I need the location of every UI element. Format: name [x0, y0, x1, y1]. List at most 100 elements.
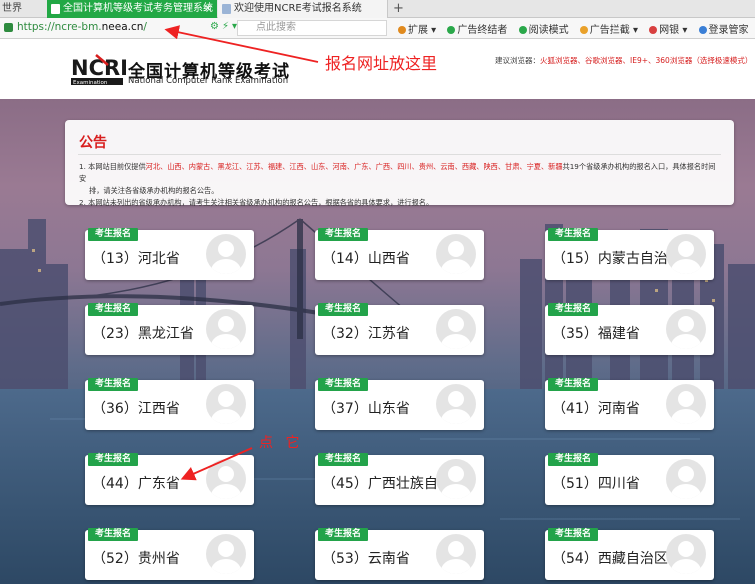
province-card-jiangsu[interactable]: 考生报名 （32）江苏省 [315, 303, 484, 355]
tab-ncre-signup[interactable]: 欢迎使用NCRE考试报名系统 [218, 0, 388, 18]
province-card-jiangxi[interactable]: 考生报名 （36）江西省 [85, 378, 254, 430]
province-name: （15）内蒙古自治区 [552, 251, 682, 267]
province-name: （36）江西省 [92, 401, 180, 417]
signup-tag: 考生报名 [88, 378, 139, 391]
signup-tag: 考生报名 [88, 303, 139, 316]
logo-sub-mark: Examination [73, 80, 108, 86]
address-bar: https://ncre-bm.neea.cn/ ⚙⚡▾ 点此搜索 扩展 ▾ 广… [0, 18, 755, 39]
tab-world[interactable]: 世界 [0, 0, 46, 18]
signup-tag: 考生报名 [548, 378, 599, 391]
avatar-icon [666, 309, 706, 349]
signup-tag: 考生报名 [548, 303, 599, 316]
notice-body: 1. 本网站目前仅提供河北、山西、内蒙古、黑龙江、江苏、福建、江西、山东、河南、… [79, 161, 719, 209]
avatar-icon [206, 234, 246, 274]
annotation-url-hint: 报名网址放这里 [325, 54, 438, 73]
province-card-yunnan[interactable]: 考生报名 （53）云南省 [315, 528, 484, 580]
province-card-fujian[interactable]: 考生报名 （35）福建省 [545, 303, 714, 355]
avatar-icon [436, 459, 476, 499]
avatar-icon [206, 384, 246, 424]
avatar-icon [436, 534, 476, 574]
signup-tag: 考生报名 [318, 453, 369, 466]
reader-mode-button[interactable]: 阅读模式 [518, 25, 569, 36]
province-name: （51）四川省 [552, 476, 640, 492]
province-card-henan[interactable]: 考生报名 （41）河南省 [545, 378, 714, 430]
avatar-icon [436, 309, 476, 349]
province-card-sichuan[interactable]: 考生报名 （51）四川省 [545, 453, 714, 505]
notice-line-1: 1. 本网站目前仅提供河北、山西、内蒙古、黑龙江、江苏、福建、江西、山东、河南、… [79, 162, 716, 183]
tab-bar: 世界 全国计算机等级考试考务管理系统 × 欢迎使用NCRE考试报名系统 + [0, 0, 755, 18]
avatar-icon [666, 459, 706, 499]
province-card-guangdong[interactable]: 考生报名 （44）广东省 [85, 453, 254, 505]
site-subtitle: National Computer Rank Examination [128, 76, 289, 86]
bank-button[interactable]: 网银 ▾ [649, 25, 687, 36]
lock-icon [4, 23, 13, 32]
province-name: （23）黑龙江省 [92, 326, 194, 342]
notice-title: 公告 [79, 135, 107, 151]
province-name: （13）河北省 [92, 251, 180, 267]
page-icon [51, 4, 60, 14]
avatar-icon [206, 459, 246, 499]
new-tab-button[interactable]: + [393, 0, 404, 18]
signup-tag: 考生报名 [318, 228, 369, 241]
signup-tag: 考生报名 [88, 228, 139, 241]
notice-panel: 公告 1. 本网站目前仅提供河北、山西、内蒙古、黑龙江、江苏、福建、江西、山东、… [65, 120, 734, 207]
signup-tag: 考生报名 [548, 453, 599, 466]
province-card-shanxi[interactable]: 考生报名 （14）山西省 [315, 228, 484, 280]
reader-icon [518, 26, 527, 34]
tab-label: 全国计算机等级考试考务管理系统 [63, 3, 213, 14]
avatar-icon [436, 234, 476, 274]
avatar-icon [206, 534, 246, 574]
toolbar: 扩展 ▾ 广告终结者 阅读模式 广告拦截 ▾ 网银 ▾ 登录管家 翻译 [398, 21, 755, 36]
province-name: （32）江苏省 [322, 326, 410, 342]
avatar-icon [436, 384, 476, 424]
signup-tag: 考生报名 [318, 528, 369, 541]
shield-icon [447, 26, 456, 34]
province-card-shandong[interactable]: 考生报名 （37）山东省 [315, 378, 484, 430]
province-card-xizang[interactable]: 考生报名 （54）西藏自治区 [545, 528, 714, 580]
login-manager-button[interactable]: 登录管家 [698, 25, 749, 36]
province-card-guizhou[interactable]: 考生报名 （52）贵州省 [85, 528, 254, 580]
url-suffix: / [143, 21, 147, 33]
security-icons[interactable]: ⚙⚡▾ [210, 21, 240, 32]
ad-block-button[interactable]: 广告拦截 ▾ [579, 25, 638, 36]
avatar-icon [666, 384, 706, 424]
tab-label: 世界 [2, 3, 22, 14]
url-field[interactable]: https://ncre-bm.neea.cn/ [17, 21, 147, 33]
signup-tag: 考生报名 [88, 528, 139, 541]
page-icon [222, 4, 231, 14]
province-name: （54）西藏自治区 [552, 551, 668, 567]
tab-ncre-admin[interactable]: 全国计算机等级考试考务管理系统 × [47, 0, 217, 18]
province-name: （14）山西省 [322, 251, 410, 267]
close-icon[interactable]: × [204, 0, 212, 18]
signup-tag: 考生报名 [548, 528, 599, 541]
notice-line-2: 排，请关注各省级承办机构的报名公告。 [89, 186, 219, 195]
province-name: （35）福建省 [552, 326, 640, 342]
signup-tag: 考生报名 [318, 303, 369, 316]
key-icon [698, 26, 707, 34]
province-name: （37）山东省 [322, 401, 410, 417]
url-prefix: https://ncre-bm. [17, 21, 102, 33]
province-name: （44）广东省 [92, 476, 180, 492]
signup-tag: 考生报名 [548, 228, 599, 241]
province-card-guangxi[interactable]: 考生报名 （45）广西壮族自治区 [315, 453, 484, 505]
annotation-click-hint: 点 它 [259, 435, 304, 451]
avatar-icon [666, 534, 706, 574]
province-name: （41）河南省 [552, 401, 640, 417]
province-name: （53）云南省 [322, 551, 410, 567]
notice-line-3: 2. 本网站未列出的省级承办机构，请考生关注相关省级承办机构的报名公告，根据各省… [79, 198, 434, 207]
block-icon [579, 26, 588, 34]
extensions-button[interactable]: 扩展 ▾ [398, 25, 436, 36]
adblock-terminator-button[interactable]: 广告终结者 [447, 25, 507, 36]
province-name: （52）贵州省 [92, 551, 180, 567]
avatar-icon [666, 234, 706, 274]
browser-recommendation: 建议浏览器：火狐浏览器、谷歌浏览器、IE9+、360浏览器（选择极速模式） [495, 56, 753, 65]
url-domain: neea.cn [101, 21, 144, 33]
avatar-icon [206, 309, 246, 349]
notice-divider [78, 154, 721, 155]
tab-label: 欢迎使用NCRE考试报名系统 [234, 3, 362, 14]
province-card-hebei[interactable]: 考生报名 （13）河北省 [85, 228, 254, 280]
ncre-logo-icon: NCRE Examination [71, 54, 126, 86]
province-card-neimenggu[interactable]: 考生报名 （15）内蒙古自治区 [545, 228, 714, 280]
province-card-heilongjiang[interactable]: 考生报名 （23）黑龙江省 [85, 303, 254, 355]
search-input[interactable]: 点此搜索 [237, 20, 387, 36]
